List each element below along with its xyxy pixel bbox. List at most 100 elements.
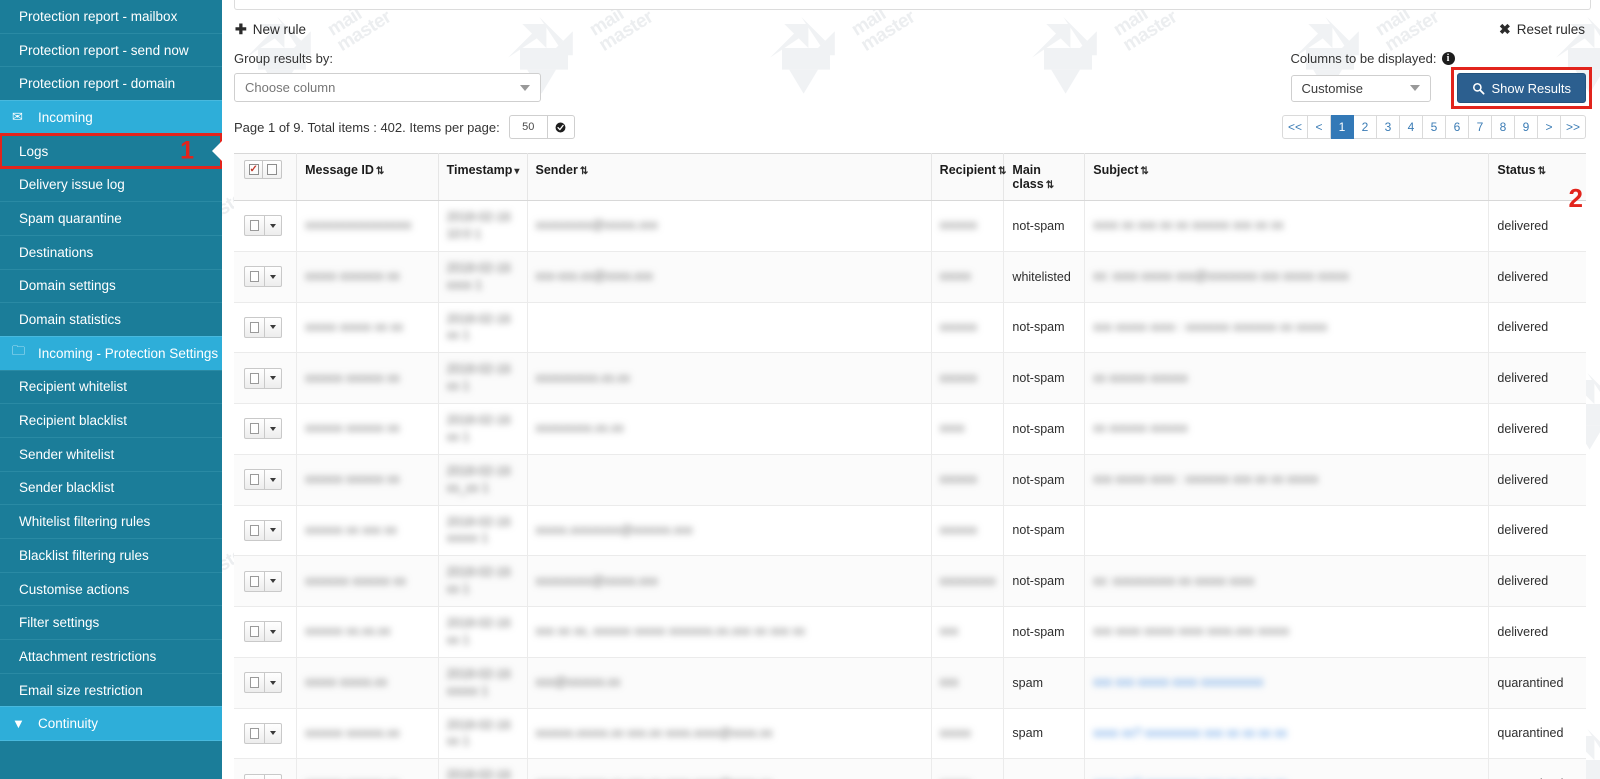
sidebar-item-filter-settings[interactable]: Filter settings (0, 605, 222, 641)
column-header-mainclass[interactable]: Main class ⇅ (1003, 153, 1086, 201)
show-results-button[interactable]: Show Results (1456, 73, 1586, 103)
row-checkbox[interactable] (244, 266, 265, 288)
sidebar-item-delivery-issue-log[interactable]: Delivery issue log (0, 167, 222, 203)
table-row[interactable]: xxxxxx xxxxxx.xx 2018-02-16 xx 1 xxxxxx.xx… (234, 758, 1586, 779)
row-actions-dropdown-icon[interactable] (265, 469, 282, 491)
column-header-sender[interactable]: Sender ⇅ (527, 153, 932, 201)
pagination-button-1[interactable]: 1 (1330, 115, 1354, 139)
sidebar-item-protection-report-send-now[interactable]: Protection report - send now (0, 32, 222, 68)
row-checkbox[interactable] (244, 672, 265, 694)
subject-value-redacted[interactable]: xxx xxx xxxxx xxxx xxxxxxxxxx (1093, 674, 1480, 691)
info-icon[interactable]: i (1441, 52, 1455, 65)
sidebar-item-label: Attachment restrictions (19, 648, 157, 664)
sidebar-item-protection-report-mailbox[interactable]: Protection report - mailbox (0, 0, 222, 34)
sidebar-item-blacklist-filtering-rules[interactable]: Blacklist filtering rules (0, 538, 222, 573)
sort-toggle-icon[interactable]: ⇅ (1046, 180, 1054, 191)
pagination-button-4[interactable]: 4 (1399, 115, 1423, 139)
pagination-button-9[interactable]: 9 (1514, 115, 1538, 139)
table-row[interactable]: xxxxxxxxxxxxxxxxx 2018-02-16 10:0 1 xxxxxx… (234, 200, 1586, 252)
sidebar-item-whitelist-filtering-rules[interactable]: Whitelist filtering rules (0, 504, 222, 539)
table-row[interactable]: xxxxxx xx xxx xx 2018-02-16 xxxxx 1 xxxxx.… (234, 505, 1586, 557)
sidebar-item-domain-statistics[interactable]: Domain statistics (0, 302, 222, 337)
row-actions-dropdown-icon[interactable] (265, 367, 282, 389)
sidebar-item-attachment-restrictions[interactable]: Attachment restrictions (0, 639, 222, 674)
pagination-button-8[interactable]: 8 (1491, 115, 1515, 139)
new-rule-button[interactable]: ✚ New rule (234, 18, 307, 41)
table-row[interactable]: xxxxx xxxxxxx xx 2018-02-16 xxxx 1 xxx-xxx… (234, 251, 1586, 303)
table-row[interactable]: xxxxx xxxxx.xx 2018-02-16 xxxxx 1 xxx@xxxx… (234, 657, 1586, 709)
refresh-page-button[interactable] (546, 115, 575, 139)
row-checkbox[interactable] (244, 722, 265, 744)
sidebar-item-recipient-blacklist[interactable]: Recipient blacklist (0, 403, 222, 438)
pagination-button-prev[interactable]: < (1307, 115, 1331, 139)
pagination-button-next[interactable]: > (1537, 115, 1561, 139)
pagination-button-3[interactable]: 3 (1376, 115, 1400, 139)
table-row[interactable]: xxxxxxx xxxxxx xx 2018-02-16 xx 1 xxxxxxxx… (234, 555, 1586, 607)
sidebar-item-destinations[interactable]: Destinations (0, 234, 222, 270)
sidebar-item-continuity[interactable]: ▼ Continuity (0, 706, 222, 742)
sort-desc-icon[interactable]: ▾ (514, 166, 519, 177)
sidebar-item-domain-settings[interactable]: Domain settings (0, 268, 222, 304)
items-per-page-input[interactable] (508, 115, 547, 139)
customise-columns-select[interactable]: Customise (1290, 74, 1431, 102)
group-by-select[interactable]: Choose column (234, 73, 541, 102)
row-actions-dropdown-icon[interactable] (265, 621, 282, 643)
row-actions-dropdown-icon[interactable] (265, 418, 282, 440)
table-row[interactable]: xxxxxx xxxxxx.xx 2018-02-16 xx 1 xxxxxx.xx… (234, 708, 1586, 760)
column-header-recipient[interactable]: Recipient ⇅ (931, 153, 1006, 201)
row-actions-dropdown-icon[interactable] (265, 722, 282, 744)
column-header-timestamp[interactable]: Timestamp ▾ (438, 153, 528, 201)
pagination-button-nextnext[interactable]: >> (1560, 115, 1586, 139)
row-checkbox[interactable] (244, 570, 265, 592)
pagination-button-2[interactable]: 2 (1353, 115, 1377, 139)
sidebar-item-spam-quarantine[interactable]: Spam quarantine (0, 201, 222, 236)
cell-mainclass: spam (1003, 657, 1086, 709)
row-checkbox[interactable] (244, 469, 265, 491)
table-row[interactable]: xxxxxx xx.xx.xx 2018-02-16 xx 1 xxx xx xx,… (234, 606, 1586, 658)
row-actions-dropdown-icon[interactable] (265, 570, 282, 592)
row-checkbox[interactable] (244, 367, 265, 389)
table-row[interactable]: xxxxxx xxxxxx xx 2018-02-16 xx_xx 1 xxxxxx… (234, 454, 1586, 506)
sidebar-item-recipient-whitelist[interactable]: Recipient whitelist (0, 369, 222, 405)
row-actions-dropdown-icon[interactable] (265, 316, 282, 338)
sort-toggle-icon[interactable]: ⇅ (580, 166, 588, 177)
table-row[interactable]: xxxxxx xxxxxx xx 2018-02-16 xx 1 xxxxxxxxx… (234, 352, 1586, 404)
column-header-subject[interactable]: Subject ⇅ (1084, 153, 1490, 201)
sort-toggle-icon[interactable]: ⇅ (376, 166, 384, 177)
row-checkbox[interactable] (244, 773, 265, 779)
select-all-icon[interactable] (244, 160, 263, 179)
sidebar-item-sender-whitelist[interactable]: Sender whitelist (0, 436, 222, 472)
sidebar-item-protection-report-domain[interactable]: Protection report - domain (0, 66, 222, 102)
row-checkbox[interactable] (244, 418, 265, 440)
row-checkbox[interactable] (244, 621, 265, 643)
pagination-button-prevprev[interactable]: << (1281, 115, 1308, 139)
sidebar-item-logs[interactable]: Logs 1 (0, 132, 222, 170)
table-row[interactable]: xxxxxx xxxxxx xx 2018-02-16 xx 1 xxxxxxxxx… (234, 403, 1586, 455)
sort-toggle-icon[interactable]: ⇅ (998, 166, 1006, 177)
sidebar-item-incoming[interactable]: ✉ Incoming (0, 100, 222, 135)
pagination-button-6[interactable]: 6 (1445, 115, 1469, 139)
sort-toggle-icon[interactable]: ⇅ (1140, 166, 1148, 177)
row-checkbox[interactable] (244, 519, 265, 541)
pagination-button-7[interactable]: 7 (1468, 115, 1492, 139)
row-actions-dropdown-icon[interactable] (265, 266, 282, 288)
table-row[interactable]: xxxxx xxxxx xx xx 2018-02-16 xx 1 xxxxxx no… (234, 302, 1586, 354)
deselect-all-icon[interactable] (263, 160, 282, 179)
pagination-button-5[interactable]: 5 (1422, 115, 1446, 139)
row-actions-dropdown-icon[interactable] (265, 215, 282, 237)
row-actions-dropdown-icon[interactable] (265, 672, 282, 694)
subject-value-redacted[interactable]: xxxx xx? xxxxxxxxx xxx xx xx xx xx (1093, 725, 1480, 742)
cell-status: delivered (1488, 251, 1586, 303)
sort-toggle-icon[interactable]: ⇅ (1538, 166, 1546, 177)
sidebar-item-sender-blacklist[interactable]: Sender blacklist (0, 470, 222, 506)
row-checkbox[interactable] (244, 215, 265, 237)
sidebar-item-incoming-protection-settings[interactable]: 🗀 Incoming - Protection Settings (0, 335, 222, 371)
reset-rules-button[interactable]: ✖ Reset rules (1498, 18, 1586, 41)
column-header-msgid[interactable]: Message ID ⇅ (296, 153, 439, 201)
sidebar-item-email-size-restriction[interactable]: Email size restriction (0, 672, 222, 708)
row-checkbox[interactable] (244, 316, 265, 338)
row-actions-dropdown-icon[interactable] (265, 519, 282, 541)
sidebar-item-customise-actions[interactable]: Customise actions (0, 571, 222, 607)
row-actions-dropdown-icon[interactable] (265, 773, 282, 779)
chevron-down-icon (1409, 85, 1420, 91)
